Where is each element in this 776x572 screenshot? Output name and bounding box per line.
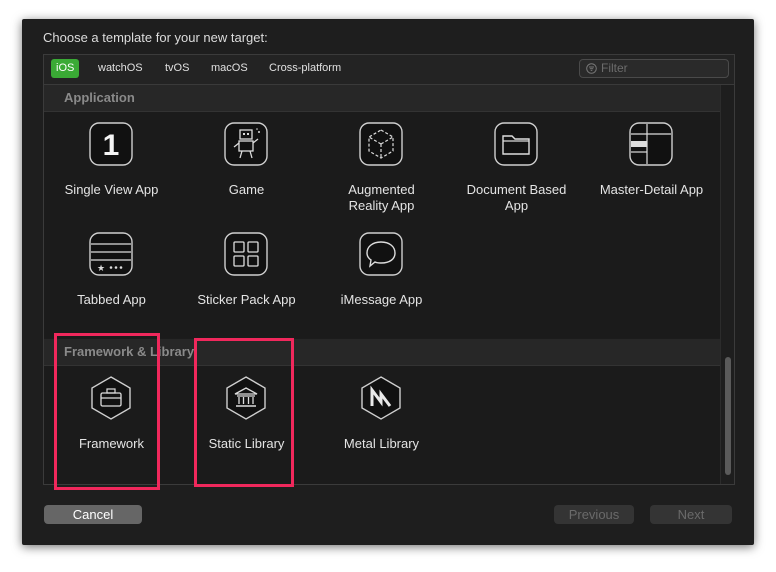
template-label: Metal Library	[343, 436, 420, 451]
template-label: Augmented Reality App	[348, 182, 415, 213]
template-sticker-pack-app[interactable]: Sticker Pack App	[179, 232, 314, 322]
filter-icon	[586, 63, 597, 74]
filter-field[interactable]: Filter	[579, 59, 729, 78]
tab-cross-platform[interactable]: Cross-platform	[264, 59, 346, 78]
template-label: Tabbed App	[77, 292, 146, 307]
template-label: Single View App	[64, 182, 159, 197]
cancel-button[interactable]: Cancel	[44, 505, 142, 524]
svg-text:★: ★	[97, 264, 105, 274]
template-label: Master-Detail App	[599, 182, 704, 197]
section-application: 1 Single View App Game Augmented Reality…	[44, 112, 720, 338]
grid-icon	[224, 232, 268, 276]
metal-icon	[361, 376, 401, 420]
tab-watchos[interactable]: watchOS	[93, 59, 148, 78]
template-tabbed-app[interactable]: ★ Tabbed App	[44, 232, 179, 322]
single-view-glyph: 1	[103, 129, 120, 162]
ar-cube-icon	[359, 122, 403, 166]
template-label: Document Based App	[466, 182, 567, 213]
template-imessage-app[interactable]: iMessage App	[314, 232, 449, 322]
template-game[interactable]: Game	[179, 122, 314, 212]
template-single-view-app[interactable]: 1 Single View App	[44, 122, 179, 212]
next-button[interactable]: Next	[650, 505, 732, 524]
speech-bubble-icon	[359, 232, 403, 276]
single-view-icon: 1	[89, 122, 133, 166]
previous-button[interactable]: Previous	[554, 505, 634, 524]
section-header-application: Application	[44, 85, 720, 112]
template-document-based-app[interactable]: Document Based App	[449, 122, 584, 213]
highlight-box-framework	[54, 333, 160, 490]
game-robot-icon	[224, 122, 268, 166]
vertical-scrollbar[interactable]	[720, 85, 734, 484]
folder-icon	[494, 122, 538, 166]
template-master-detail-app[interactable]: Master-Detail App	[584, 122, 719, 212]
filter-placeholder: Filter	[601, 61, 628, 75]
section-title-application: Application	[64, 90, 135, 105]
tab-macos[interactable]: macOS	[206, 59, 253, 78]
highlight-box-static-library	[194, 338, 294, 487]
template-label: Sticker Pack App	[197, 292, 296, 307]
tab-tvos[interactable]: tvOS	[160, 59, 194, 78]
scrollbar-thumb[interactable]	[725, 357, 731, 475]
template-metal-library[interactable]: Metal Library	[314, 376, 449, 466]
template-label: Game	[228, 182, 265, 197]
template-augmented-reality-app[interactable]: Augmented Reality App	[314, 122, 449, 213]
master-detail-icon	[629, 122, 673, 166]
tab-ios[interactable]: iOS	[51, 59, 80, 78]
template-label: iMessage App	[340, 292, 423, 307]
platform-tab-bar: iOS watchOS tvOS macOS Cross-platform Fi…	[44, 55, 734, 85]
dialog-prompt: Choose a template for your new target:	[43, 30, 268, 45]
tabbed-icon: ★	[89, 232, 133, 276]
